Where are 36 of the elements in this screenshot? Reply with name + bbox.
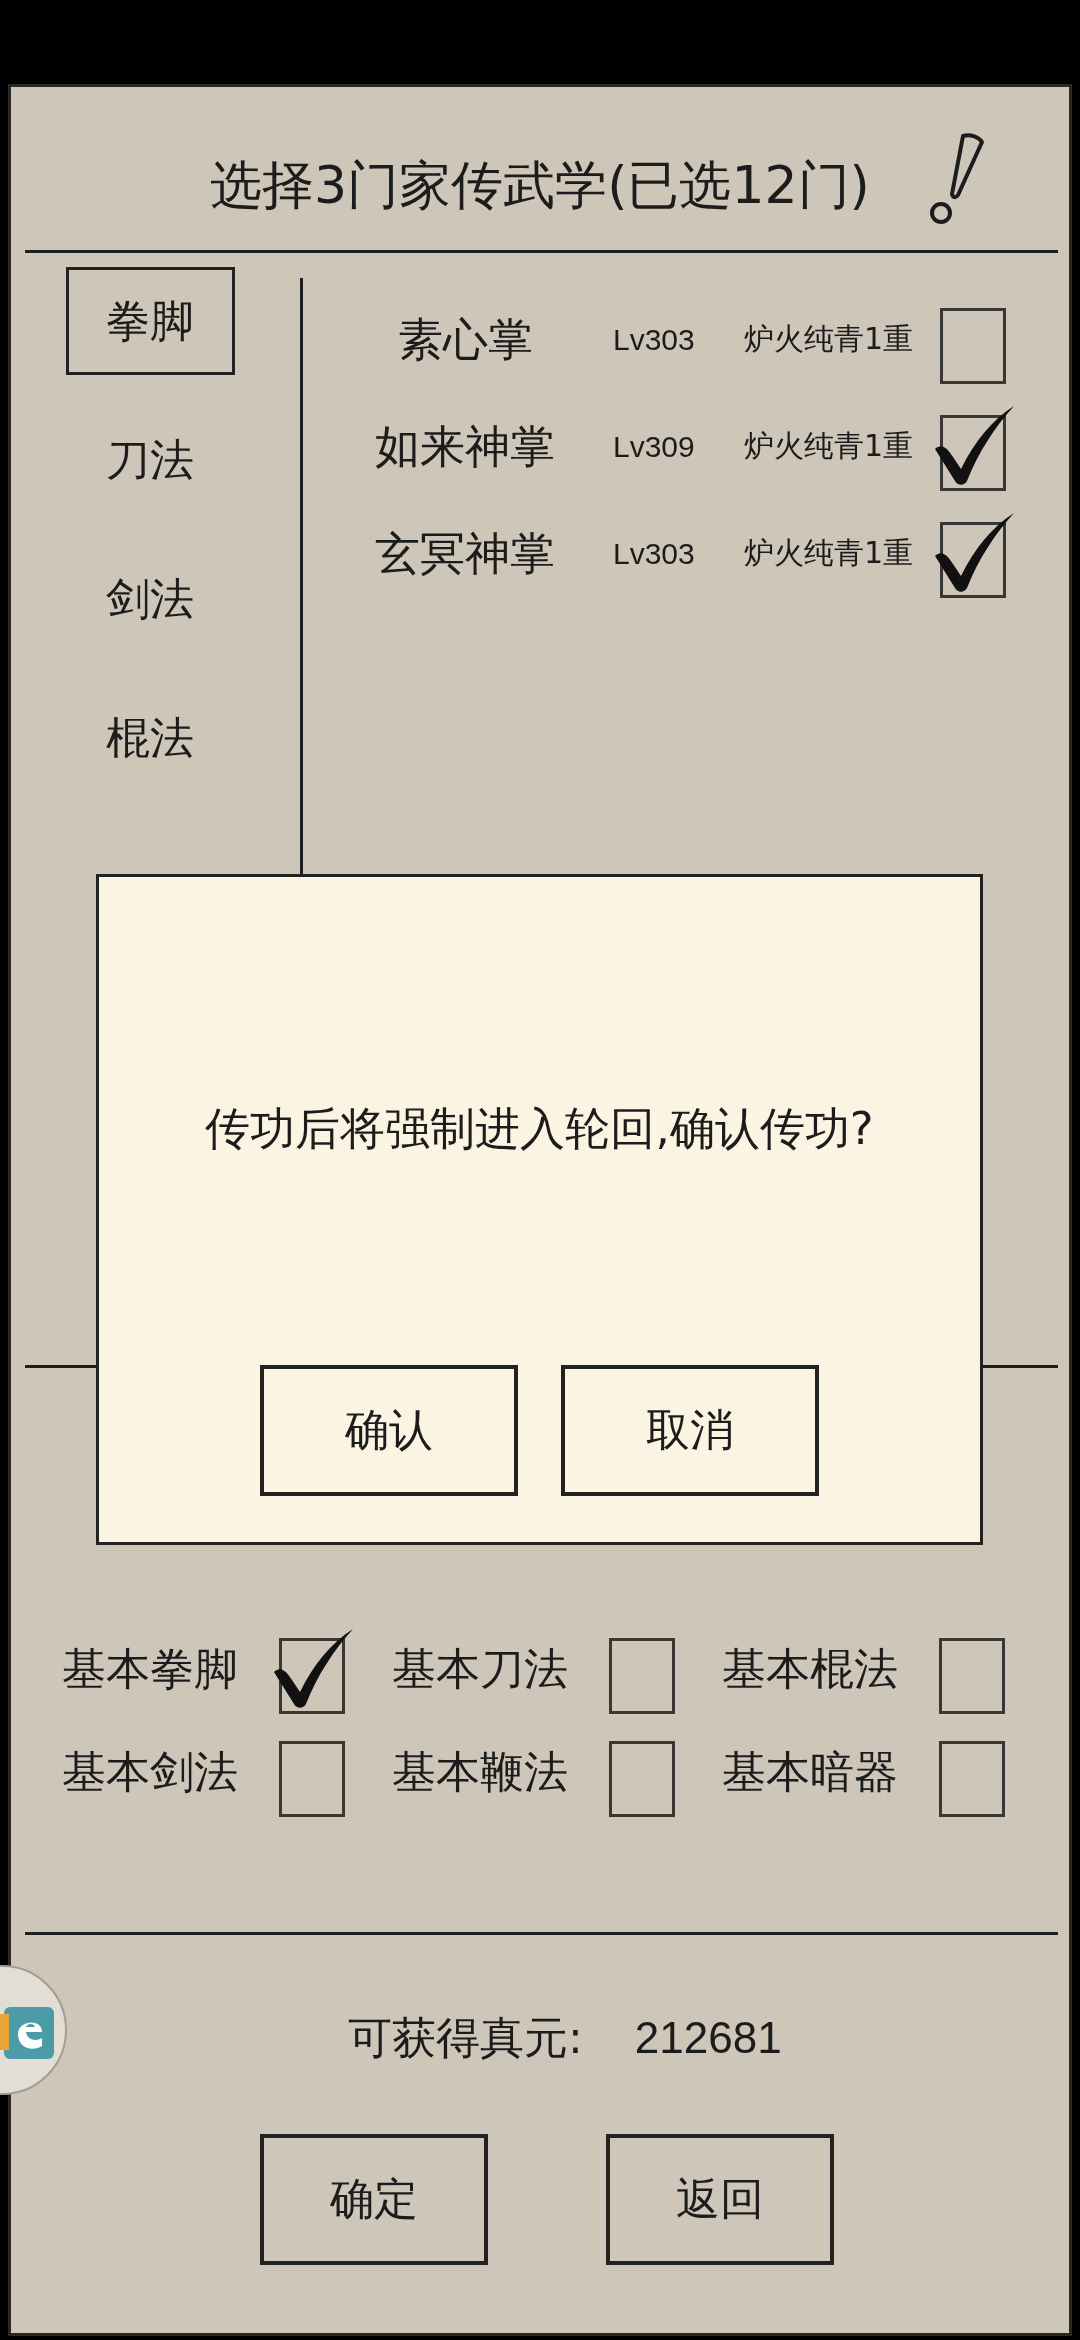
skill-level: Lv309 — [613, 429, 696, 464]
confirm-button[interactable]: 确定 — [260, 2134, 488, 2265]
category-tab[interactable]: 剑法 — [65, 545, 235, 653]
basic-skill-checkbox[interactable] — [939, 1638, 1005, 1714]
basic-skill-label: 基本拳脚 — [62, 1641, 239, 1696]
skill-rank: 炉火纯青1重 — [744, 534, 915, 572]
skill-level: Lv303 — [613, 536, 696, 571]
basic-skill-label: 基本暗器 — [722, 1744, 899, 1799]
basic-skill-checkbox[interactable] — [609, 1741, 675, 1817]
skill-checkbox[interactable] — [940, 308, 1006, 384]
basic-skill-checkbox[interactable] — [272, 1628, 355, 1714]
dialog-cancel-button[interactable]: 取消 — [561, 1365, 819, 1496]
dialog-confirm-button[interactable]: 确认 — [260, 1365, 518, 1496]
skill-rank: 炉火纯青1重 — [744, 427, 915, 465]
skill-checkbox[interactable] — [933, 405, 1016, 491]
skill-level: Lv303 — [613, 322, 696, 357]
basic-skill-label: 基本棍法 — [722, 1641, 899, 1696]
dialog-message: 传功后将强制进入轮回,确认传功? — [204, 1101, 875, 1157]
skill-rank: 炉火纯青1重 — [744, 320, 915, 358]
skill-name: 玄冥神掌 — [374, 525, 556, 582]
back-button[interactable]: 返回 — [606, 2134, 834, 2265]
screen-title: 选择3门家传武学(已选12门) — [210, 155, 870, 215]
basic-skill-checkbox[interactable] — [279, 1741, 345, 1817]
category-tab[interactable]: 棍法 — [65, 684, 235, 792]
basic-skill-label: 基本剑法 — [62, 1744, 239, 1799]
category-tab[interactable]: 拳脚 — [65, 267, 235, 375]
skill-checkbox[interactable] — [933, 512, 1016, 598]
category-tab[interactable]: 刀法 — [65, 406, 235, 514]
basic-skill-checkbox[interactable] — [939, 1741, 1005, 1817]
basic-skill-label: 基本刀法 — [392, 1641, 569, 1696]
reward-label: 可获得真元: — [348, 2011, 583, 2065]
basic-skill-label: 基本鞭法 — [392, 1744, 569, 1799]
skill-name: 如来神掌 — [374, 418, 556, 475]
skill-name: 素心掌 — [396, 311, 534, 368]
basic-skill-checkbox[interactable] — [609, 1638, 675, 1714]
reward-value: 212681 — [634, 2012, 782, 2064]
